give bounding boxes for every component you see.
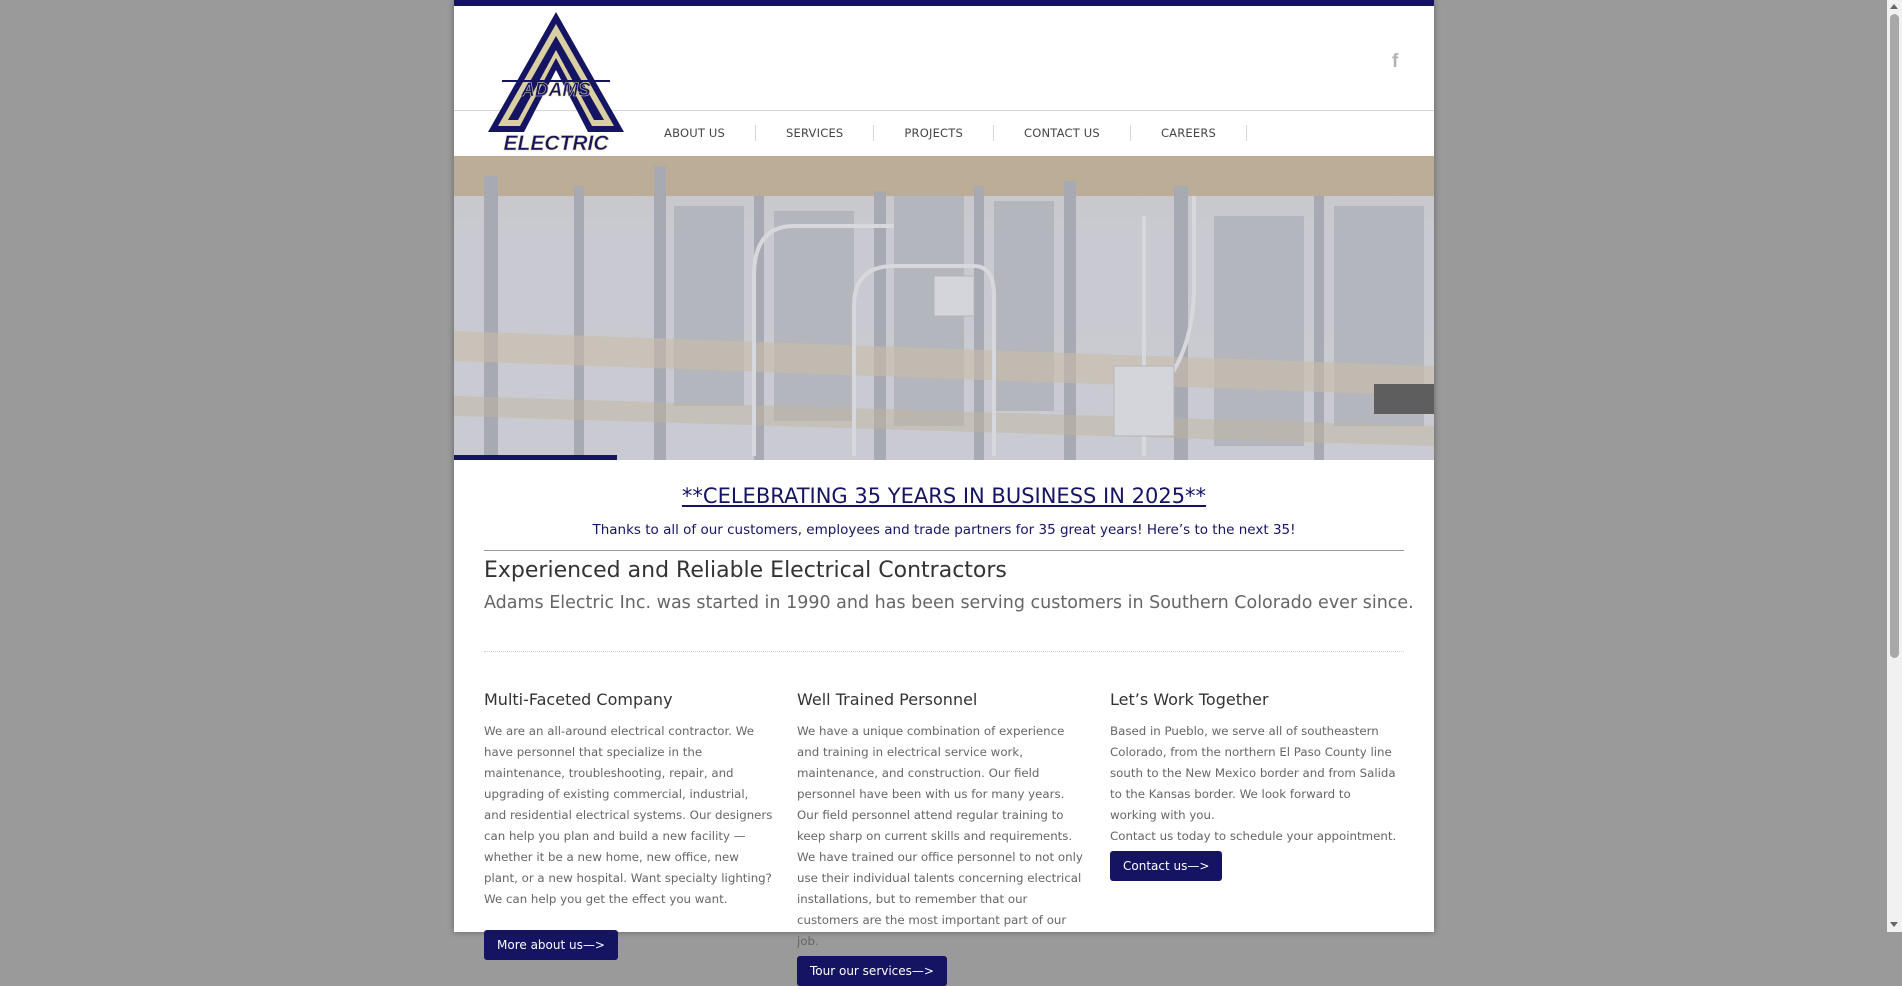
section-divider (484, 550, 1404, 551)
scroll-thumb[interactable] (1890, 14, 1899, 658)
intro-lead: Adams Electric Inc. was started in 1990 … (484, 593, 1414, 613)
hero-slider[interactable] (454, 156, 1434, 460)
logo-text-top: ADAMS (520, 80, 591, 101)
column-body: We are an all-around electrical contract… (484, 724, 773, 906)
nav-item-services[interactable]: SERVICES (756, 125, 875, 141)
slider-next-arrow[interactable] (1374, 384, 1434, 414)
nav-item-projects[interactable]: PROJECTS (874, 125, 995, 141)
logo-text-bottom: ELECTRIC (504, 132, 610, 155)
facebook-icon[interactable]: f (1392, 52, 1406, 72)
company-logo[interactable]: ADAMS ELECTRIC (484, 10, 628, 156)
column-body: Based in Pueblo, we serve all of southea… (1110, 724, 1396, 822)
column-body-cta: Contact us today to schedule your appoin… (1110, 829, 1397, 843)
celebration-subline: Thanks to all of our customers, employee… (592, 522, 1296, 538)
feature-column-work-together: Let’s Work Together Based in Pueblo, we … (1110, 690, 1400, 881)
contact-us-button[interactable]: Contact us—> (1110, 851, 1223, 881)
column-title: Well Trained Personnel (797, 690, 978, 709)
column-title: Multi-Faceted Company (484, 690, 673, 709)
nav-item-careers[interactable]: CAREERS (1131, 125, 1248, 141)
column-title: Let’s Work Together (1110, 690, 1269, 709)
slider-progress-bar (454, 455, 1434, 460)
page-scrollbar[interactable] (1887, 0, 1902, 932)
hero-image (454, 156, 1434, 460)
dotted-divider (484, 651, 1404, 652)
nav-item-about-us[interactable]: ABOUT US (634, 125, 757, 141)
intro-title: Experienced and Reliable Electrical Cont… (484, 558, 1007, 583)
more-about-us-button[interactable]: More about us—> (484, 930, 618, 960)
site-header: ADAMS ELECTRIC f ABOUT US SERVICES PROJE… (454, 6, 1434, 156)
main-navigation: ABOUT US SERVICES PROJECTS CONTACT US CA… (634, 118, 1248, 148)
scroll-down-arrow[interactable] (1890, 922, 1898, 927)
feature-column-company: Multi-Faceted Company We are an all-arou… (484, 690, 774, 960)
nav-item-contact-us[interactable]: CONTACT US (994, 125, 1131, 141)
page-container: ADAMS ELECTRIC f ABOUT US SERVICES PROJE… (454, 0, 1434, 986)
tour-services-button[interactable]: Tour our services—> (797, 956, 947, 986)
celebration-headline[interactable]: **CELEBRATING 35 YEARS IN BUSINESS IN 20… (454, 484, 1434, 508)
feature-column-personnel: Well Trained Personnel We have a unique … (797, 690, 1087, 986)
scroll-up-arrow[interactable] (1890, 4, 1898, 9)
slider-progress-fill (454, 455, 617, 460)
column-body: We have a unique combination of experien… (797, 724, 1083, 948)
